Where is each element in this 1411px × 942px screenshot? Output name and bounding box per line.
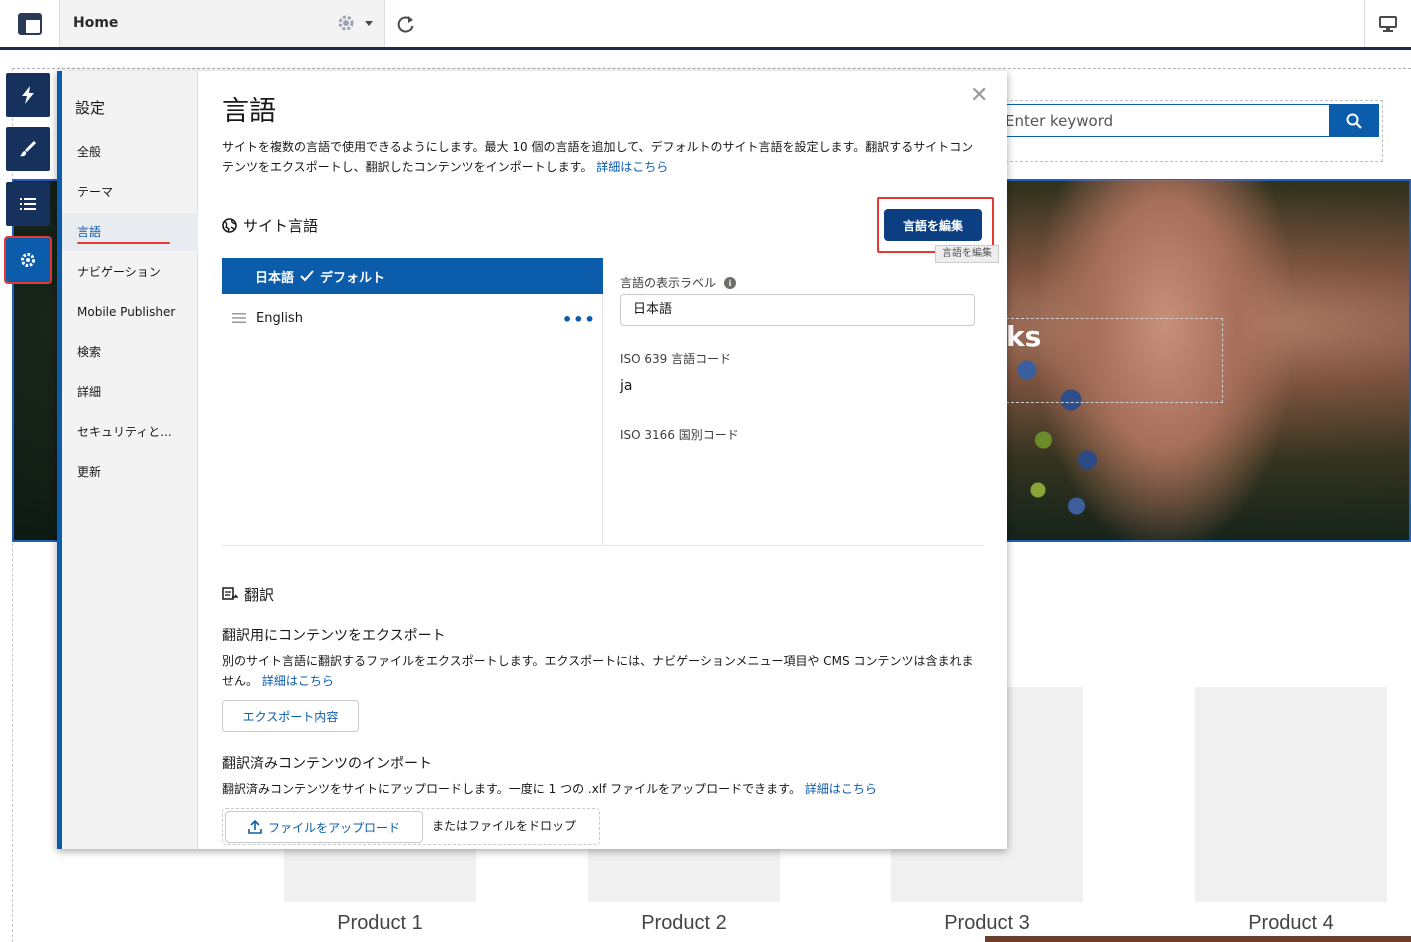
- import-heading: 翻訳済みコンテンツのインポート: [222, 756, 432, 772]
- close-icon[interactable]: ✕: [970, 83, 988, 108]
- translate-icon: [222, 587, 238, 600]
- footer-image: [985, 936, 1411, 942]
- export-content-button[interactable]: エクスポート内容: [222, 700, 359, 732]
- refresh-icon[interactable]: [396, 14, 416, 34]
- site-search-input[interactable]: Enter keyword: [1000, 104, 1330, 137]
- theme-button[interactable]: [6, 127, 50, 171]
- product-label: Product 1: [337, 912, 423, 934]
- annotation-underline: [77, 242, 170, 244]
- top-bar: Home: [0, 0, 1411, 50]
- product-label: Product 3: [944, 912, 1030, 934]
- site-search-button[interactable]: [1329, 104, 1379, 137]
- import-description: 翻訳済みコンテンツをサイトにアップロードします。一度に 1 つの .xlf ファ…: [222, 779, 984, 799]
- nav-item-security[interactable]: セキュリティと...: [62, 413, 198, 451]
- page-selector[interactable]: Home: [60, 0, 385, 47]
- product-label: Product 2: [641, 912, 727, 934]
- page-name: Home: [73, 15, 119, 31]
- iso639-value: ja: [620, 378, 633, 394]
- page-title: 言語: [222, 96, 276, 127]
- search-icon: [1346, 113, 1362, 129]
- nav-item-navigation[interactable]: ナビゲーション: [62, 253, 198, 291]
- details-link[interactable]: 詳細はこちら: [596, 160, 668, 174]
- site-languages-heading: サイト言語: [222, 215, 318, 236]
- translation-label: 翻訳: [244, 586, 275, 604]
- settings-button[interactable]: [4, 236, 52, 284]
- language-label: English: [256, 310, 303, 326]
- language-label: 日本語: [255, 270, 295, 286]
- nav-item-advanced[interactable]: 詳細: [62, 373, 198, 411]
- export-description: 別のサイト言語に翻訳するファイルをエクスポートします。エクスポートには、ナビゲー…: [222, 651, 984, 691]
- upload-icon: [248, 820, 262, 834]
- components-button[interactable]: [6, 73, 50, 117]
- settings-panel: 設定 全般 テーマ 言語 ナビゲーション Mobile Publisher 検索…: [57, 71, 1007, 849]
- brush-icon: [20, 141, 36, 157]
- nav-item-mobile-publisher[interactable]: Mobile Publisher: [62, 293, 198, 331]
- canvas-boundary: [12, 68, 1411, 69]
- default-badge: デフォルト: [320, 270, 386, 286]
- nav-item-updates[interactable]: 更新: [62, 453, 198, 491]
- info-icon[interactable]: i: [724, 276, 737, 289]
- upload-label: ファイルをアップロード: [267, 820, 400, 835]
- import-desc-text: 翻訳済みコンテンツをサイトにアップロードします。一度に 1 つの .xlf ファ…: [222, 782, 801, 796]
- edit-languages-button[interactable]: 言語を編集: [884, 209, 982, 241]
- product-image[interactable]: [1195, 687, 1387, 902]
- nav-item-theme[interactable]: テーマ: [62, 173, 198, 211]
- site-languages-label: サイト言語: [243, 217, 319, 235]
- language-list: 日本語 デフォルト English •••: [222, 258, 603, 545]
- display-label-text: 言語の表示ラベル: [620, 276, 717, 290]
- drop-text: またはファイルをドロップ: [432, 819, 577, 833]
- nav-item-search[interactable]: 検索: [62, 333, 198, 371]
- list-icon: [20, 198, 36, 210]
- page-structure-button[interactable]: [6, 182, 50, 226]
- iso3166-caption: ISO 3166 国別コード: [620, 428, 739, 442]
- language-detail: 言語の表示ラベル i 日本語 ISO 639 言語コード ja ISO 3166…: [620, 258, 984, 545]
- languages-content: ✕ 言語 サイトを複数の言語で使用できるようにします。最大 10 個の言語を追加…: [222, 71, 999, 849]
- settings-nav: 設定 全般 テーマ 言語 ナビゲーション Mobile Publisher 検索…: [62, 71, 198, 849]
- layout-icon: [17, 12, 42, 35]
- language-item-english[interactable]: English •••: [222, 300, 603, 336]
- translation-heading: 翻訳: [222, 584, 274, 605]
- language-item-japanese[interactable]: 日本語 デフォルト: [222, 258, 603, 294]
- iso639-caption: ISO 639 言語コード: [620, 352, 732, 366]
- export-desc-text: 別のサイト言語に翻訳するファイルをエクスポートします。エクスポートには、ナビゲー…: [222, 654, 974, 688]
- desktop-icon: [1379, 15, 1397, 32]
- display-label-input[interactable]: 日本語: [620, 294, 975, 326]
- drag-handle-icon[interactable]: [232, 312, 246, 324]
- caret-down-icon[interactable]: [365, 21, 373, 26]
- section-divider: [222, 545, 984, 546]
- product-label: Product 4: [1248, 912, 1334, 934]
- settings-title: 設定: [75, 99, 106, 117]
- export-details-link[interactable]: 詳細はこちら: [262, 674, 334, 688]
- more-actions-icon[interactable]: •••: [562, 310, 596, 329]
- display-label-caption: 言語の表示ラベル i: [620, 274, 737, 291]
- globe-icon: [222, 218, 237, 233]
- page-description: サイトを複数の言語で使用できるようにします。最大 10 個の言語を追加して、デフ…: [222, 137, 984, 177]
- gear-icon[interactable]: [336, 13, 356, 33]
- nav-item-general[interactable]: 全般: [62, 133, 198, 171]
- app-layout-button[interactable]: [0, 0, 60, 47]
- hero-title: ks: [1006, 320, 1042, 353]
- settings-icon: [21, 253, 35, 267]
- import-details-link[interactable]: 詳細はこちら: [805, 782, 877, 796]
- check-icon: [300, 270, 314, 282]
- device-preview-button[interactable]: [1364, 0, 1411, 47]
- upload-file-button[interactable]: ファイルをアップロード: [225, 811, 423, 843]
- export-heading: 翻訳用にコンテンツをエクスポート: [222, 628, 446, 644]
- site-search-placeholder: Enter keyword: [1005, 112, 1114, 130]
- nav-item-languages[interactable]: 言語: [62, 213, 198, 251]
- lightning-icon: [22, 86, 34, 104]
